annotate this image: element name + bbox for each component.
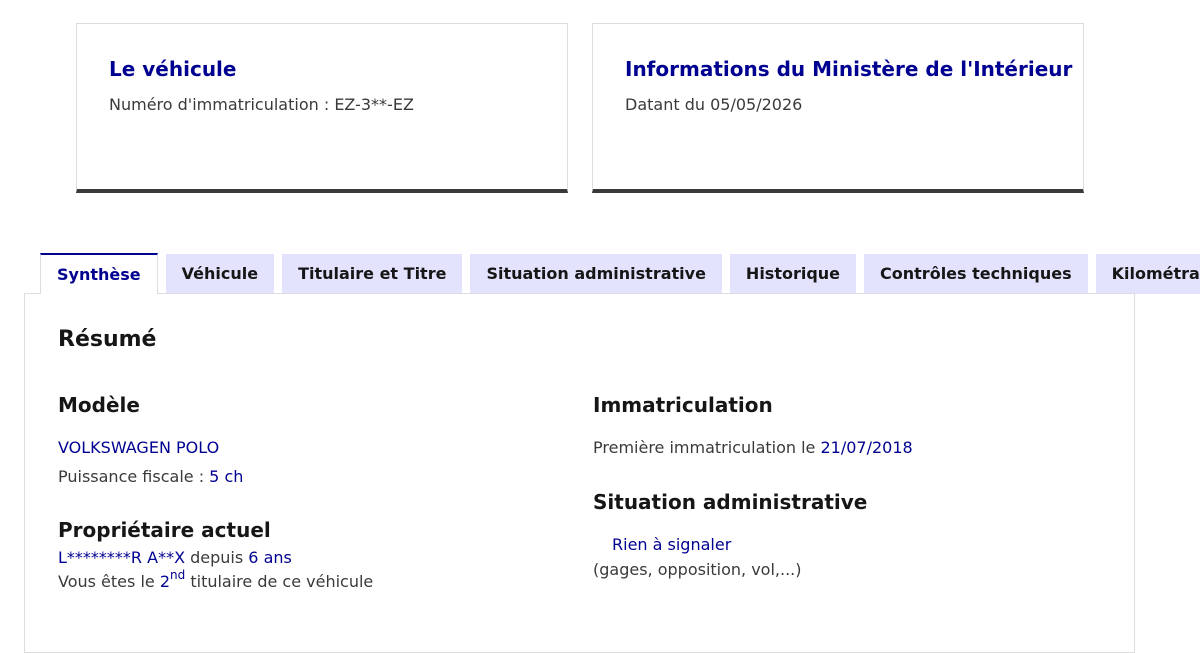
summary-title: Résumé [58, 327, 157, 352]
owner-rank-rest: titulaire de ce véhicule [190, 572, 374, 591]
admin-detail: (gages, opposition, vol,...) [593, 560, 802, 579]
tab-situation-administrative[interactable]: Situation administrative [470, 254, 722, 294]
tab-historique[interactable]: Historique [729, 254, 857, 294]
tab-titulaire-et-titre[interactable]: Titulaire et Titre [282, 254, 463, 294]
owner-rank-digit: 2 [159, 572, 171, 591]
tab-synthese[interactable]: Synthèse [40, 253, 158, 294]
tab-panel-synthese: Résumé Modèle VOLKSWAGEN POLO Puissance … [24, 293, 1135, 653]
fiscal-power-label: Puissance fiscale : [58, 467, 205, 486]
first-registration: Première immatriculation le 21/07/2018 [593, 438, 913, 457]
model-name: VOLKSWAGEN POLO [58, 438, 220, 457]
registration-number: Numéro d'immatriculation : EZ-3**-EZ [109, 95, 414, 114]
ministry-card: Informations du Ministère de l'Intérieur… [592, 23, 1084, 193]
tab-kilometrage[interactable]: Kilométrage [1095, 254, 1200, 294]
tab-controles-techniques[interactable]: Contrôles techniques [864, 254, 1088, 294]
owner-heading: Propriétaire actuel [58, 518, 271, 542]
owner-since-value: 6 ans [248, 548, 292, 567]
registration-heading: Immatriculation [593, 393, 773, 417]
fiscal-power-value: 5 ch [209, 467, 244, 486]
model-heading: Modèle [58, 393, 140, 417]
owner-rank-prefix: Vous êtes le [58, 572, 155, 591]
tab-bar: Synthèse Véhicule Titulaire et Titre Sit… [40, 253, 1200, 294]
tab-vehicule[interactable]: Véhicule [165, 254, 275, 294]
owner-name: L********R A**X [58, 548, 186, 567]
admin-status: Rien à signaler [612, 535, 732, 554]
first-registration-date: 21/07/2018 [820, 438, 913, 457]
admin-heading: Situation administrative [593, 490, 868, 514]
owner-since-label: depuis [190, 548, 244, 567]
owner-rank-suffix: nd [170, 568, 186, 582]
fiscal-power: Puissance fiscale : 5 ch [58, 467, 243, 486]
ministry-card-title: Informations du Ministère de l'Intérieur [625, 57, 1073, 81]
vehicle-card: Le véhicule Numéro d'immatriculation : E… [76, 23, 568, 193]
owner-rank-number: 2nd [159, 568, 185, 591]
first-registration-label: Première immatriculation le [593, 438, 816, 457]
vehicle-card-title: Le véhicule [109, 57, 237, 81]
ministry-date: Datant du 05/05/2026 [625, 95, 803, 114]
owner-rank: Vous êtes le 2nd titulaire de ce véhicul… [58, 568, 374, 591]
owner-line: L********R A**X depuis 6 ans [58, 548, 292, 567]
